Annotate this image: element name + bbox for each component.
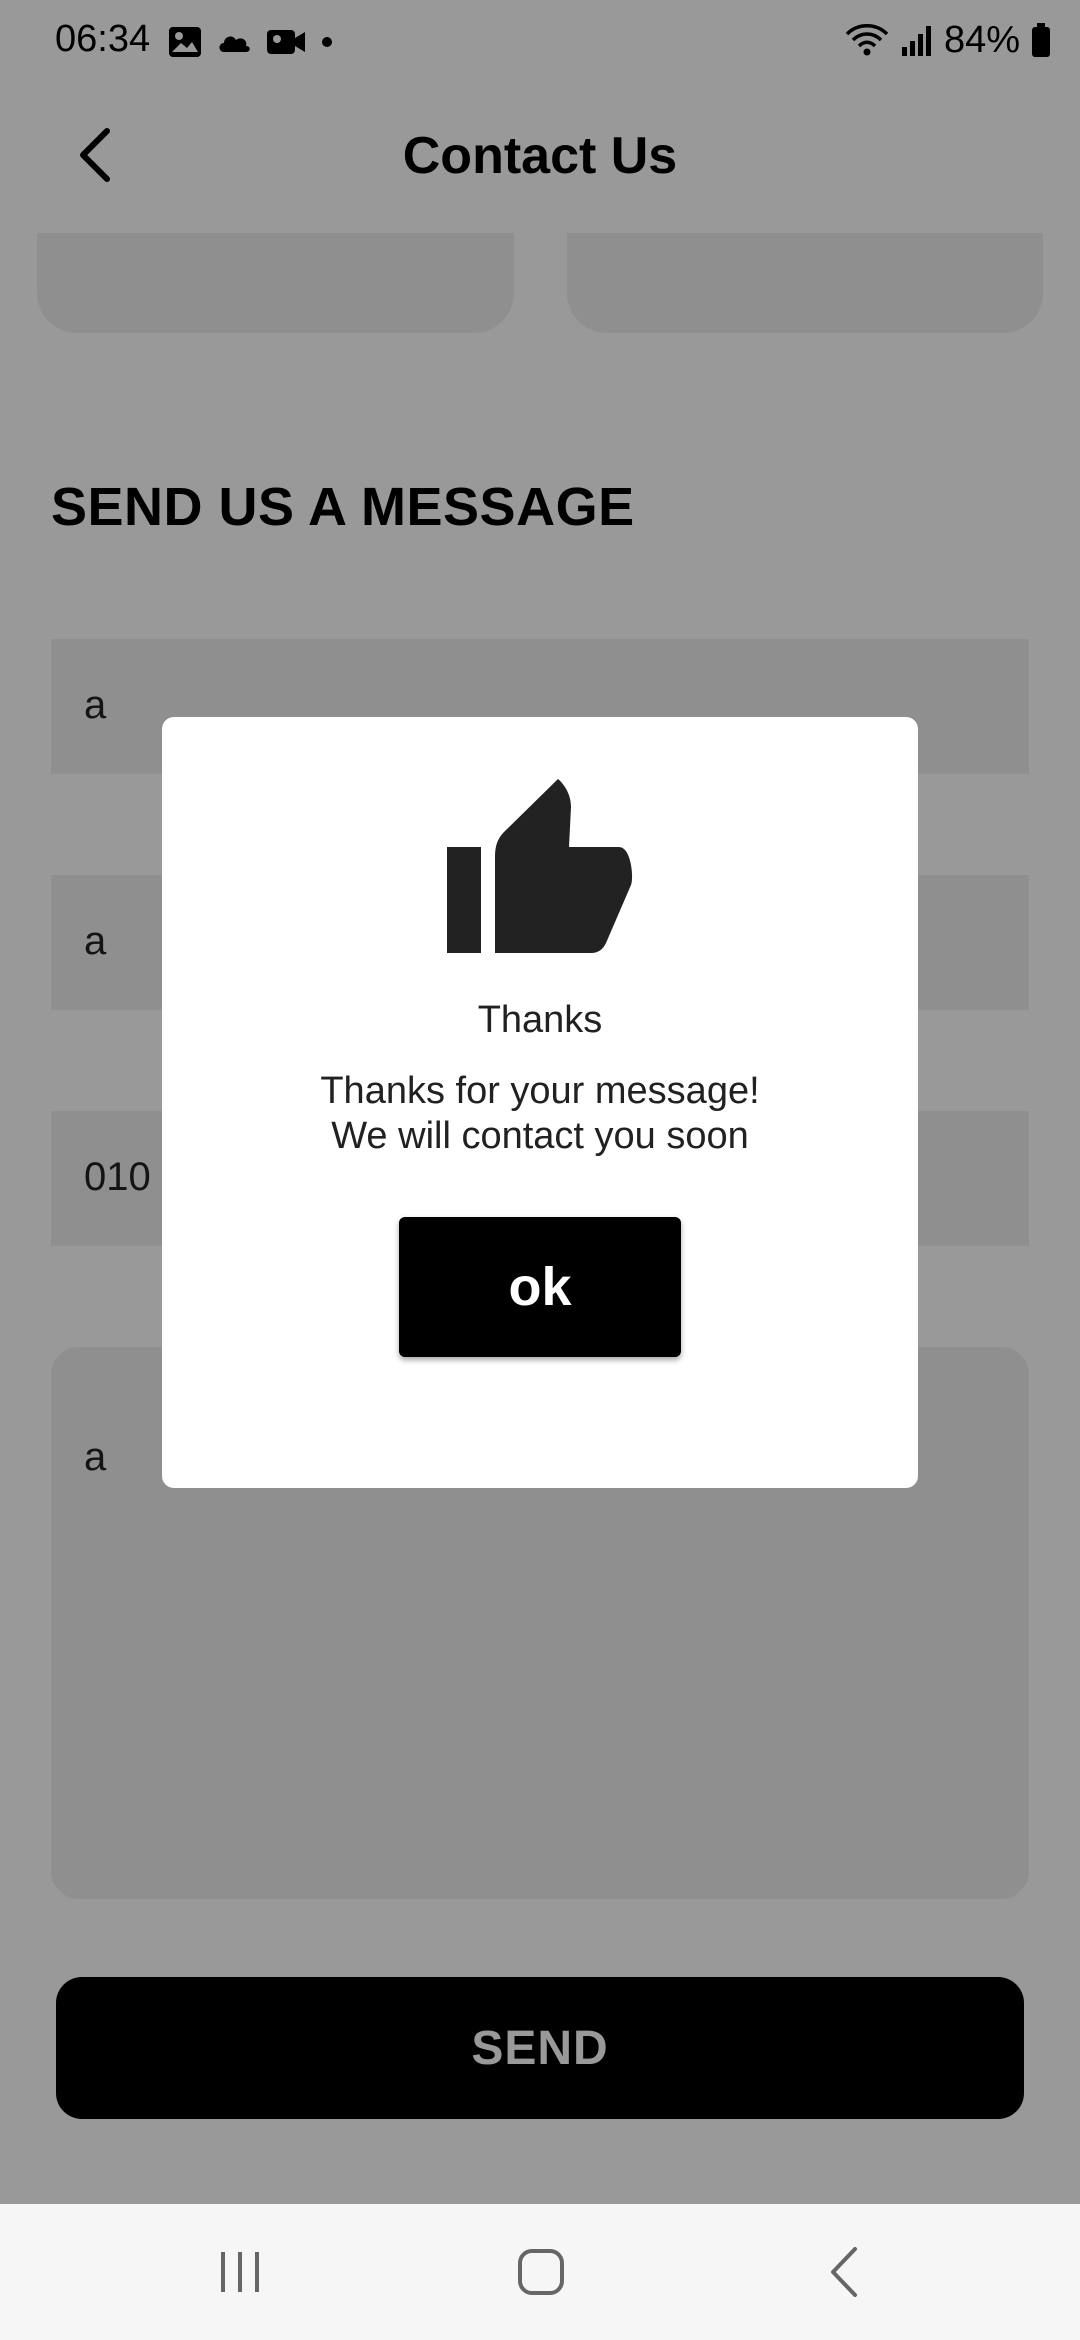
recents-button[interactable] [195, 2242, 285, 2302]
system-nav-bar [0, 2204, 1080, 2340]
ok-button[interactable]: ok [399, 1217, 681, 1357]
home-button[interactable] [496, 2242, 586, 2302]
nav-back-button[interactable] [800, 2242, 890, 2302]
thanks-dialog: Thanks Thanks for your message! We will … [162, 717, 918, 1488]
thumbs-up-icon [447, 779, 633, 953]
dialog-title: Thanks [477, 999, 603, 1041]
dialog-message-line2: We will contact you soon [331, 1115, 749, 1157]
home-icon [518, 2249, 564, 2295]
back-icon [831, 2247, 857, 2297]
dialog-message: Thanks for your message! We will contact… [162, 1069, 918, 1159]
recents-icon [221, 2252, 259, 2292]
dialog-message-line1: Thanks for your message! [320, 1070, 760, 1112]
